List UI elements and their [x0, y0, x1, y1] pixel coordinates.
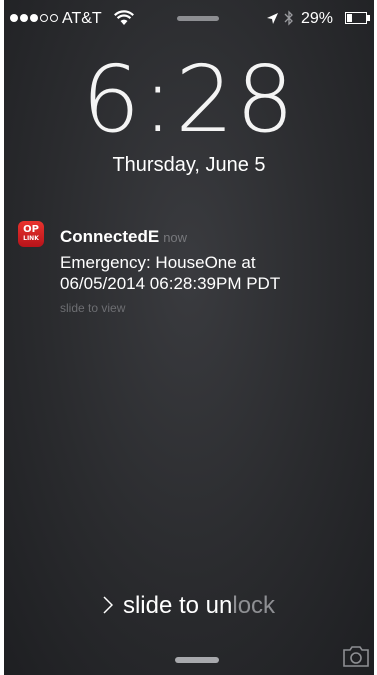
- carrier-name: AT&T: [62, 10, 102, 27]
- slide-to-unlock[interactable]: slide to unlock: [4, 592, 374, 620]
- signal-dot: [10, 14, 18, 22]
- lock-screen: AT&T 29% 6:28 Thursday, June 5 OP LINK C…: [4, 0, 374, 675]
- signal-dot: [40, 14, 48, 22]
- battery-icon: [345, 12, 367, 24]
- signal-dot: [50, 14, 58, 22]
- chevron-right-icon: [103, 596, 113, 614]
- wifi-icon: [114, 10, 134, 25]
- notification-slide-to-view[interactable]: slide to view: [60, 301, 125, 315]
- bluetooth-icon: [284, 10, 293, 26]
- notification-app-name[interactable]: ConnectedE now: [60, 227, 187, 247]
- camera-icon[interactable]: [342, 644, 370, 668]
- notification-app-label: ConnectedE: [60, 227, 160, 246]
- signal-dot: [20, 14, 28, 22]
- control-center-handle[interactable]: [175, 657, 219, 663]
- battery-percentage: 29%: [301, 10, 334, 27]
- lock-screen-time: 6:28: [81, 46, 297, 153]
- lock-screen-date: Thursday, June 5: [112, 154, 266, 176]
- app-icon-text-bottom: LINK: [23, 235, 39, 242]
- battery-level: [347, 14, 352, 22]
- signal-dot: [30, 14, 38, 22]
- notification-center-handle[interactable]: [177, 16, 219, 21]
- oplink-app-icon[interactable]: OP LINK: [18, 221, 44, 247]
- app-icon-text-top: OP: [23, 224, 39, 235]
- notification-time: now: [163, 230, 188, 245]
- status-bar: AT&T 29%: [4, 0, 374, 40]
- signal-strength-icon: [10, 14, 58, 22]
- battery-nub: [367, 15, 370, 21]
- location-icon: [267, 13, 278, 24]
- slide-to-unlock-label: slide to unlock: [122, 592, 276, 619]
- notification-message[interactable]: Emergency: HouseOne at 06/05/2014 06:28:…: [60, 252, 360, 294]
